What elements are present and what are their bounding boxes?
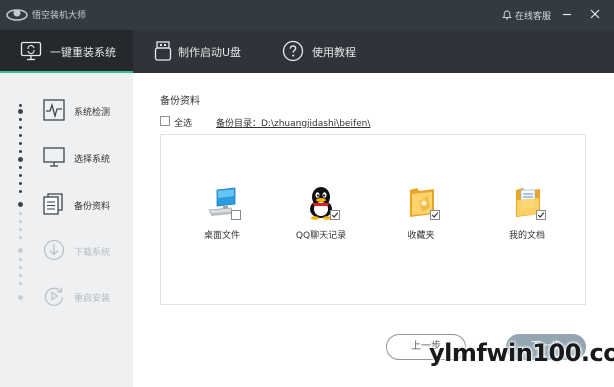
step-marker-done — [18, 157, 23, 162]
select-all-label[interactable]: 全选 — [174, 116, 192, 129]
timeline-dot — [19, 258, 22, 261]
backup-directory-link[interactable]: 备份目录：D:\zhuangjidashi\beifen\ — [216, 116, 370, 129]
help-circle-icon — [282, 40, 304, 62]
select-all-checkbox[interactable] — [160, 116, 170, 126]
backup-item-desktop-label: 桌面文件 — [203, 231, 240, 241]
step-system-check-label: 系统检测 — [74, 108, 111, 118]
pulse-icon — [43, 99, 65, 121]
site-watermark: ylmfwin100.com — [429, 339, 614, 367]
step-backup-data-label: 备份资料 — [74, 202, 111, 212]
step-download-system-label: 下载系统 — [74, 248, 111, 258]
download-icon — [43, 239, 65, 261]
backup-item-desktop[interactable]: 桌面文件 — [187, 186, 257, 246]
backup-item-qq-checkbox[interactable] — [330, 210, 340, 220]
timeline-dot — [19, 228, 22, 231]
step-restart-install-label: 重启安装 — [74, 294, 111, 304]
installer-window: 悟空装机大师 在线客服 一键重装系统 制作启动U盘 使用教程 系统检测 选择系统… — [0, 0, 614, 387]
bell-icon — [502, 10, 512, 20]
backup-item-qq[interactable]: QQ聊天记录 — [286, 186, 356, 246]
timeline-dot — [19, 126, 22, 129]
monitor-icon — [43, 147, 65, 167]
backup-item-desktop-checkbox[interactable] — [231, 210, 241, 220]
monitor-refresh-icon — [20, 41, 42, 61]
timeline-dot — [19, 134, 22, 137]
app-title: 悟空装机大师 — [32, 11, 87, 21]
tab-make-usb-label: 制作启动U盘 — [178, 46, 242, 59]
restart-icon — [44, 287, 64, 306]
tab-make-usb[interactable]: 制作启动U盘 — [148, 30, 268, 73]
documents-icon — [43, 193, 63, 215]
main-nav: 一键重装系统 制作启动U盘 使用教程 — [0, 30, 614, 73]
step-marker-pending — [18, 295, 23, 300]
tab-reinstall-system-label: 一键重装系统 — [50, 46, 116, 59]
timeline-dot — [19, 174, 22, 177]
timeline-dot — [19, 182, 22, 185]
step-marker-pending — [18, 248, 23, 253]
backup-item-favorites-checkbox[interactable] — [430, 210, 440, 220]
checkmark-icon — [431, 212, 439, 218]
online-support-label: 在线客服 — [515, 12, 552, 22]
backup-item-documents-checkbox[interactable] — [536, 210, 546, 220]
backup-item-favorites[interactable]: 收藏夹 — [386, 186, 456, 246]
close-icon[interactable] — [588, 7, 602, 21]
step-marker-done — [18, 109, 23, 114]
app-logo-icon — [6, 9, 28, 21]
backup-item-qq-label: QQ聊天记录 — [295, 231, 347, 241]
step-marker-current — [18, 202, 23, 207]
step-select-system-label: 选择系统 — [74, 155, 111, 165]
online-support-link[interactable]: 在线客服 — [502, 9, 551, 22]
backup-item-favorites-label: 收藏夹 — [407, 231, 435, 241]
section-title: 备份资料 — [160, 96, 200, 107]
timeline-dot — [19, 220, 22, 223]
timeline-dot — [19, 236, 22, 239]
tab-tutorial-label: 使用教程 — [312, 46, 356, 59]
checkmark-icon — [331, 212, 339, 218]
timeline-dot — [19, 274, 22, 277]
usb-drive-icon — [154, 41, 172, 61]
timeline-dot — [19, 282, 22, 285]
timeline-dot — [19, 150, 22, 153]
tab-reinstall-system[interactable]: 一键重装系统 — [0, 30, 133, 73]
backup-item-documents-label: 我的文档 — [508, 231, 545, 241]
timeline-dot — [19, 266, 22, 269]
tab-tutorial[interactable]: 使用教程 — [282, 30, 372, 73]
backup-item-documents[interactable]: 我的文档 — [492, 186, 562, 246]
timeline-dot — [19, 104, 22, 107]
timeline-dot — [19, 212, 22, 215]
timeline-dot — [19, 142, 22, 145]
timeline-dot — [19, 190, 22, 193]
minimize-icon[interactable] — [560, 7, 574, 21]
timeline-dot — [19, 166, 22, 169]
timeline-dot — [19, 118, 22, 121]
title-bar: 悟空装机大师 在线客服 — [0, 0, 614, 30]
checkmark-icon — [537, 212, 545, 218]
